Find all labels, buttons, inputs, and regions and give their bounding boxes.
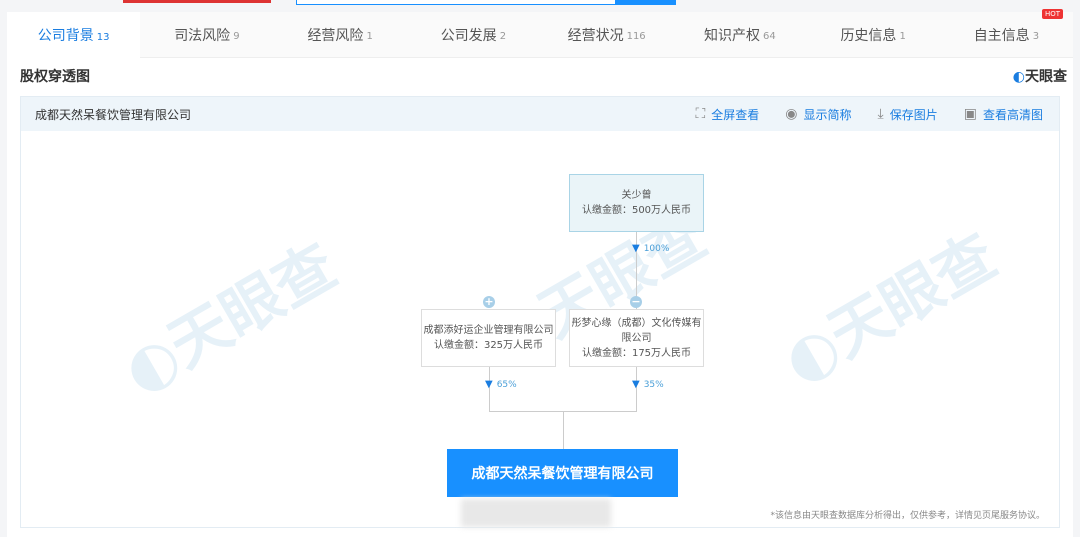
tab-label: 司法风险 (174, 27, 231, 44)
tab-label: 历史信息 (840, 27, 897, 44)
tab-count: 9 (233, 31, 240, 42)
tab-operations[interactable]: 经营状况 116 (540, 12, 674, 58)
arrow-down-icon: ▼ 65% (485, 379, 517, 390)
show-abbrev-button[interactable]: ◉ 显示简称 (785, 106, 851, 123)
fullscreen-button[interactable]: ⛶ 全屏查看 (695, 106, 759, 123)
disclaimer: *该信息由天眼查数据库分析得出，仅供参考，详情见页尾服务协议。 (770, 511, 1045, 521)
watermark: ◐天眼查 (771, 220, 1009, 398)
tab-label: 自主信息 (973, 27, 1030, 44)
arrow-down-icon: ▼ 100% (632, 243, 670, 254)
fullscreen-icon: ⛶ (695, 106, 706, 122)
company-node-left[interactable]: 成都添好运企业管理有限公司 认缴金额：325万人民币 (421, 309, 556, 367)
eye-icon: ◉ (785, 106, 798, 122)
shareholder-node[interactable]: 关少曾 认缴金额：500万人民币 (569, 174, 704, 232)
edge-line (563, 411, 564, 449)
tab-count: 64 (763, 31, 776, 42)
arrow-down-icon: ▼ 35% (632, 379, 664, 390)
tab-count: 13 (96, 31, 110, 43)
top-red-bar (123, 0, 271, 3)
equity-panel: 成都天然呆餐饮管理有限公司 ⛶ 全屏查看 ◉ 显示简称 ⤓ 保存图片 ▣ 查看高清图 ◐… (20, 96, 1060, 528)
search-input[interactable] (296, 0, 616, 5)
tab-history[interactable]: 历史信息 1 (806, 12, 940, 58)
tab-count: 1 (366, 31, 373, 42)
company-node-right[interactable]: 彤梦心缘（成都）文化传媒有限公司 认缴金额：175万人民币 (569, 309, 704, 367)
expand-icon[interactable]: + (483, 296, 495, 308)
save-image-button[interactable]: ⤓ 保存图片 (878, 106, 938, 123)
blurred-area (461, 499, 611, 527)
hot-badge: HOT (1041, 9, 1063, 19)
tab-label: 公司发展 (440, 27, 497, 44)
hd-view-button[interactable]: ▣ 查看高清图 (964, 106, 1043, 123)
tab-count: 1 (899, 31, 906, 42)
panel-company-name: 成都天然呆餐饮管理有限公司 (35, 107, 192, 122)
tab-count: 2 (499, 31, 507, 42)
equity-chart: ◐天眼查 ◐天眼查 ◐天眼查 关少曾 认缴金额：500万人民币 ▼ 100% + −… (21, 131, 1059, 527)
watermark: ◐天眼查 (111, 230, 349, 408)
tianyancha-logo: ◐天眼查 (1012, 69, 1067, 85)
tab-label: 经营状况 (567, 27, 624, 44)
tab-count: 116 (626, 31, 646, 42)
panel-header: 成都天然呆餐饮管理有限公司 ⛶ 全屏查看 ◉ 显示简称 ⤓ 保存图片 ▣ 查看高清图 (21, 97, 1059, 131)
tab-label: 经营风险 (307, 27, 364, 44)
section-title: 股权穿透图 (20, 69, 90, 85)
tab-development[interactable]: 公司发展 2 (406, 12, 540, 58)
image-icon: ▣ (963, 106, 977, 122)
tab-label: 公司背景 (37, 28, 94, 44)
target-company-node[interactable]: 成都天然呆餐饮管理有限公司 (447, 449, 678, 497)
tab-ip[interactable]: 知识产权 64 (673, 12, 807, 58)
tab-judicial-risk[interactable]: 司法风险 9 (140, 12, 274, 58)
tab-company-background[interactable]: 公司背景 13 (7, 12, 141, 58)
tab-count: 3 (1032, 31, 1040, 42)
tab-operating-risk[interactable]: 经营风险 1 (273, 12, 407, 58)
tab-bar: 公司背景 13 司法风险 9 经营风险 1 公司发展 2 经营状况 116 知识产权 64 … (7, 9, 1073, 58)
top-strip (0, 0, 1080, 8)
tab-label: 知识产权 (704, 27, 760, 44)
equity-section: 股权穿透图 ◐天眼查 成都天然呆餐饮管理有限公司 ⛶ 全屏查看 ◉ 显示简称 ⤓ 保存… (7, 58, 1073, 537)
collapse-icon[interactable]: − (630, 296, 642, 308)
download-icon: ⤓ (877, 106, 884, 122)
search-button[interactable] (616, 0, 676, 5)
tab-self-info[interactable]: 自主信息 3 HOT (939, 9, 1073, 58)
